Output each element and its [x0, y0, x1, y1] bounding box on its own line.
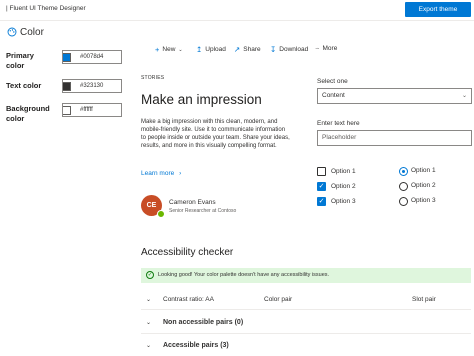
new-label: New	[162, 46, 176, 53]
share-label: Share	[243, 46, 261, 53]
download-command[interactable]: ↧ Download	[270, 45, 308, 54]
text-color-input[interactable]: #323130	[62, 79, 122, 93]
new-command[interactable]: + New ⌄	[155, 45, 183, 54]
radio-option-1-label: Option 1	[411, 167, 436, 174]
radio-option-3-label: Option 3	[411, 197, 436, 204]
plus-icon: +	[155, 45, 160, 54]
card-eyebrow: STORIES	[141, 75, 165, 81]
chevron-down-icon: ⌄	[461, 93, 467, 99]
radio-option-2-label: Option 2	[411, 182, 436, 189]
card-headline: Make an impression	[141, 92, 262, 107]
chevron-down-icon[interactable]: ⌄	[146, 296, 151, 303]
radio-option-3[interactable]	[399, 197, 408, 206]
background-color-label: Background color	[6, 104, 50, 123]
more-icon: ···	[315, 45, 319, 52]
success-message: Looking good! Your color palette doesn't…	[158, 272, 330, 278]
text-field-label: Enter text here	[317, 120, 360, 127]
radio-option-2[interactable]	[399, 182, 408, 191]
checkbox-option-2[interactable]: ✓	[317, 182, 326, 191]
header-divider	[141, 309, 471, 310]
chevron-down-icon: ⌄	[178, 46, 183, 53]
checkmark-circle-icon: ✓	[146, 271, 154, 279]
app-title: | Fluent UI Theme Designer	[6, 5, 86, 12]
learn-more-label: Learn more	[141, 170, 175, 177]
accessible-group[interactable]: Accessible pairs (3)	[163, 342, 229, 349]
presence-badge	[157, 210, 165, 218]
chevron-down-icon[interactable]: ⌄	[146, 319, 151, 326]
checkbox-option-2-label: Option 2	[331, 183, 356, 190]
checkbox-option-3-label: Option 3	[331, 198, 356, 205]
background-color-input[interactable]: #ffffff	[62, 103, 122, 117]
upload-command[interactable]: ↥ Upload	[196, 45, 226, 54]
text-color-label: Text color	[6, 81, 42, 90]
radio-option-1[interactable]	[399, 167, 408, 176]
download-icon: ↧	[270, 45, 277, 54]
color-panel-title: Color	[20, 27, 44, 38]
export-theme-button[interactable]: Export theme	[405, 2, 471, 17]
non-accessible-group[interactable]: Non accessible pairs (0)	[163, 319, 243, 326]
person-name: Cameron Evans	[169, 199, 216, 206]
more-command[interactable]: ··· More	[315, 45, 337, 52]
primary-color-input[interactable]: #0078d4	[62, 50, 122, 64]
color-pair-header[interactable]: Color pair	[264, 296, 292, 303]
checkbox-option-1[interactable]	[317, 167, 326, 176]
more-label: More	[322, 45, 338, 52]
content-dropdown[interactable]: Content ⌄	[317, 88, 472, 104]
group-divider	[141, 333, 471, 334]
share-icon: ↗	[234, 45, 241, 54]
dropdown-value: Content	[322, 92, 345, 99]
upload-label: Upload	[205, 46, 226, 53]
accessibility-title: Accessibility checker	[141, 247, 234, 258]
checkbox-option-1-label: Option 1	[331, 168, 356, 175]
select-label: Select one	[317, 78, 348, 85]
share-command[interactable]: ↗ Share	[234, 45, 261, 54]
person-role: Senior Researcher at Contoso	[169, 208, 237, 214]
learn-more-link[interactable]: Learn more ›	[141, 170, 181, 177]
contrast-ratio-header[interactable]: Contrast ratio: AA	[163, 296, 214, 303]
chevron-down-icon[interactable]: ⌄	[146, 342, 151, 349]
upload-icon: ↥	[196, 45, 203, 54]
chevron-right-icon: ›	[179, 170, 182, 177]
text-input[interactable]: Placeholder	[317, 130, 472, 146]
palette-icon	[7, 27, 17, 37]
download-label: Download	[279, 46, 309, 53]
checkbox-option-3[interactable]: ✓	[317, 197, 326, 206]
card-body: Make a big impression with this clean, m…	[141, 119, 290, 149]
primary-color-label: Primary color	[6, 51, 34, 70]
slot-pair-header[interactable]: Slot pair	[412, 296, 436, 303]
